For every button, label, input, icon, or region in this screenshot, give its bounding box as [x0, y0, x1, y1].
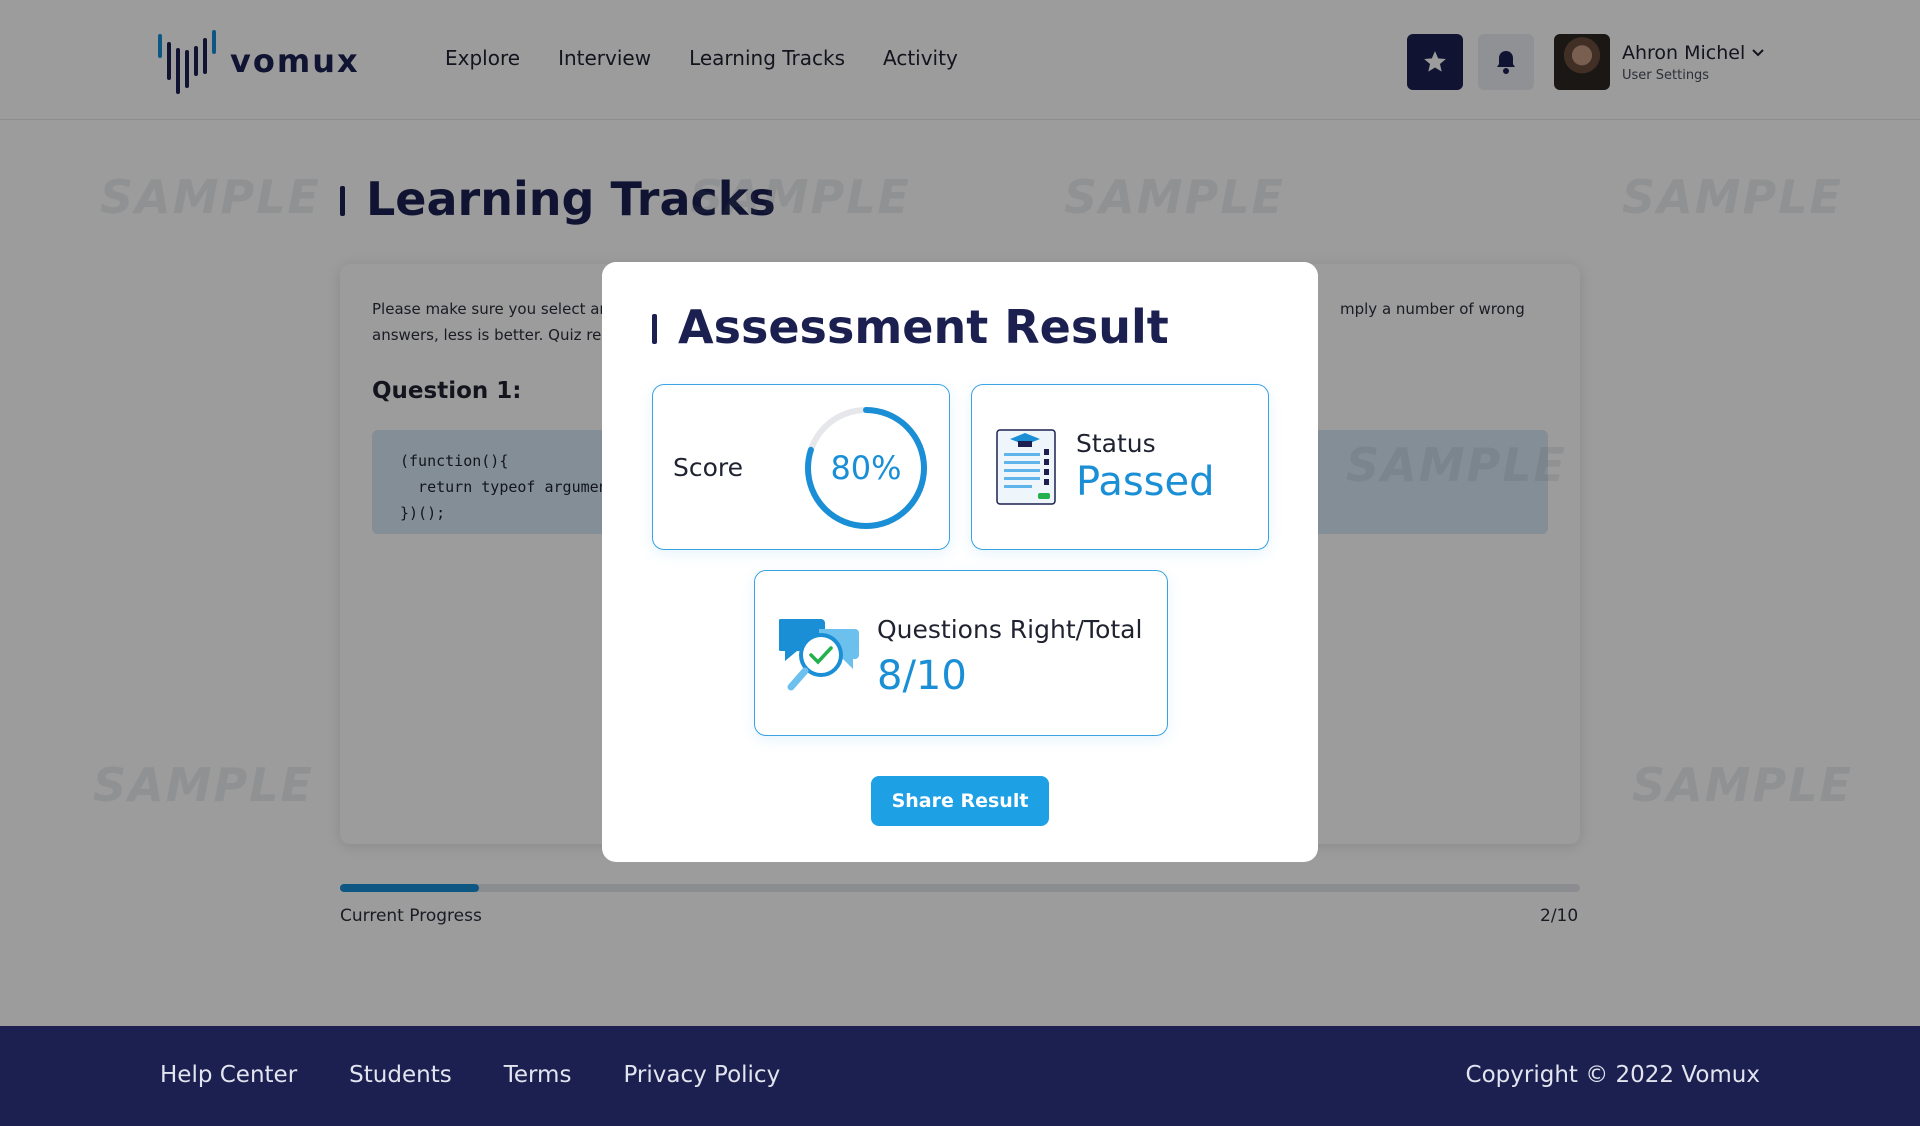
- share-result-button[interactable]: Share Result: [871, 776, 1049, 826]
- copyright: Copyright © 2022 Vomux: [1465, 1062, 1760, 1088]
- questions-right-value: 8/10: [877, 653, 967, 699]
- footer-link-terms[interactable]: Terms: [504, 1062, 572, 1088]
- status-card: Status Passed: [971, 384, 1269, 550]
- questions-right-label: Questions Right/Total: [877, 615, 1143, 644]
- footer: Help Center Students Terms Privacy Polic…: [0, 1026, 1920, 1126]
- score-card: Score 80%: [652, 384, 950, 550]
- questions-right-card: Questions Right/Total 8/10: [754, 570, 1168, 736]
- footer-link-students[interactable]: Students: [349, 1062, 452, 1088]
- status-label: Status: [1076, 429, 1156, 458]
- footer-link-privacy-policy[interactable]: Privacy Policy: [623, 1062, 780, 1088]
- status-value: Passed: [1076, 459, 1215, 505]
- chat-check-magnifier-icon: [779, 619, 859, 691]
- score-value: 80%: [830, 449, 902, 487]
- modal-title: Assessment Result: [652, 300, 1169, 354]
- assessment-result-modal: Assessment Result Score 80% Status Passe…: [602, 262, 1318, 862]
- certificate-document-icon: [996, 429, 1056, 505]
- footer-link-help-center[interactable]: Help Center: [160, 1062, 297, 1088]
- score-label: Score: [673, 453, 744, 482]
